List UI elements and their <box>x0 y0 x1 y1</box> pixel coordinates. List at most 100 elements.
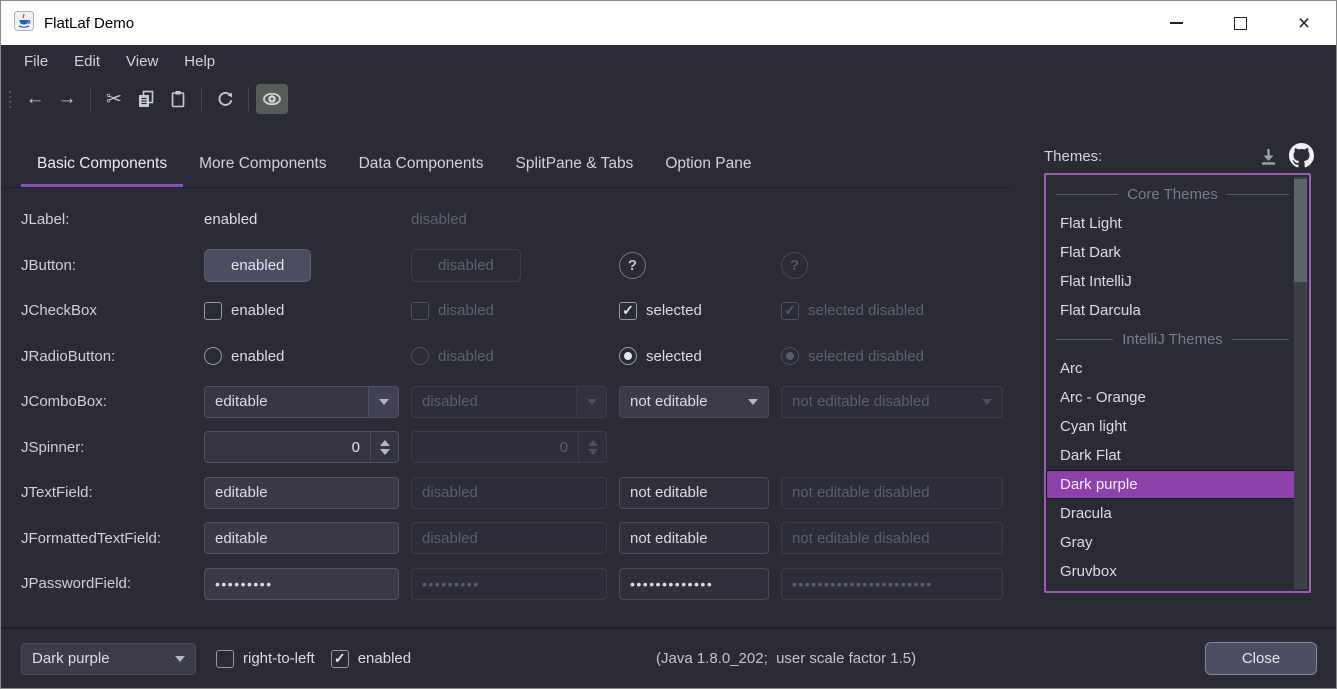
themes-list[interactable]: Core Themes Flat Light Flat Dark Flat In… <box>1044 173 1311 593</box>
spinner-enabled[interactable]: 0 <box>204 431 399 463</box>
chevron-down-icon <box>165 644 195 674</box>
forward-button[interactable]: → <box>51 84 83 114</box>
checkbox-checked-icon <box>619 302 637 320</box>
show-details-toggle-button[interactable] <box>256 84 288 114</box>
jlabel-disabled: disabled <box>411 211 467 228</box>
themes-scrollbar[interactable] <box>1294 177 1307 589</box>
jspinner-row-label: JSpinner: <box>21 439 204 456</box>
spinner-arrows[interactable] <box>370 432 398 462</box>
java-version-status: (Java 1.8.0_202; user scale factor 1.5) <box>656 650 916 667</box>
disabled-button: disabled <box>411 249 521 282</box>
close-button[interactable]: Close <box>1205 642 1317 675</box>
formatted-textfield-disabled: disabled <box>411 522 607 554</box>
github-icon <box>1289 143 1314 168</box>
scissors-icon: ✂ <box>106 88 122 111</box>
paste-button[interactable] <box>162 84 194 114</box>
checkbox-icon <box>216 650 234 668</box>
menu-help[interactable]: Help <box>171 53 228 70</box>
back-button[interactable]: ← <box>19 84 51 114</box>
toolbar: ← → ✂ <box>1 78 1336 120</box>
jlabel-enabled: enabled <box>204 211 257 228</box>
refresh-button[interactable] <box>209 84 241 114</box>
tab-more-components[interactable]: More Components <box>183 141 343 187</box>
formatted-textfield-not-editable[interactable]: not editable <box>619 522 769 554</box>
combobox-not-editable[interactable]: not editable <box>619 386 769 418</box>
components-grid: JLabel: enabled disabled JButton: enable… <box>21 197 1003 607</box>
toolbar-separator <box>90 87 91 111</box>
close-window-button[interactable]: × <box>1272 1 1336 45</box>
maximize-button[interactable] <box>1208 1 1272 45</box>
clipboard-icon <box>168 89 188 109</box>
theme-item-flat-light[interactable]: Flat Light <box>1046 209 1299 238</box>
combobox-editable[interactable]: editable <box>204 386 399 418</box>
theme-item-dark-purple[interactable]: Dark purple <box>1046 470 1299 499</box>
checkbox-disabled: disabled <box>411 302 619 320</box>
jcombobox-row-label: JComboBox: <box>21 393 204 410</box>
chevron-down-icon <box>738 387 768 417</box>
theme-item-flat-darcula[interactable]: Flat Darcula <box>1046 296 1299 325</box>
textfield-not-editable[interactable]: not editable <box>619 477 769 509</box>
checkbox-enabled[interactable]: enabled <box>204 302 411 320</box>
right-to-left-checkbox[interactable]: right-to-left <box>216 650 315 668</box>
theme-item-flat-intellij[interactable]: Flat IntelliJ <box>1046 267 1299 296</box>
radio-disabled: disabled <box>411 347 619 365</box>
password-field-disabled: ••••••••• <box>411 568 607 600</box>
theme-group-header: IntelliJ Themes <box>1046 325 1299 354</box>
jcheckbox-row-label: JCheckBox <box>21 302 204 319</box>
toolbar-grip-icon[interactable] <box>9 91 11 108</box>
formatted-textfield-editable[interactable]: editable <box>204 522 399 554</box>
jformattedtextfield-row-label: JFormattedTextField: <box>21 530 204 547</box>
github-link[interactable] <box>1289 143 1314 173</box>
tab-option-pane[interactable]: Option Pane <box>649 141 767 187</box>
password-field-not-editable-disabled: •••••••••••••••••••••• <box>781 568 1003 600</box>
password-field-editable[interactable]: ••••••••• <box>204 568 399 600</box>
tab-basic-components[interactable]: Basic Components <box>21 141 183 187</box>
download-theme-button[interactable] <box>1258 146 1279 172</box>
tab-splitpane-tabs[interactable]: SplitPane & Tabs <box>500 141 650 187</box>
textfield-not-editable-disabled: not editable disabled <box>781 477 1003 509</box>
toolbar-separator <box>201 87 202 111</box>
chevron-down-icon[interactable] <box>368 387 398 417</box>
theme-item-arc[interactable]: Arc <box>1046 354 1299 383</box>
theme-group-header: Core Themes <box>1046 180 1299 209</box>
checkbox-checked-icon <box>331 650 349 668</box>
enabled-checkbox[interactable]: enabled <box>331 650 411 668</box>
menu-edit[interactable]: Edit <box>61 53 113 70</box>
copy-icon <box>136 89 156 109</box>
radio-enabled[interactable]: enabled <box>204 347 411 365</box>
theme-item-arc-orange[interactable]: Arc - Orange <box>1046 383 1299 412</box>
radio-selected[interactable]: selected <box>619 347 781 365</box>
theme-item-flat-dark[interactable]: Flat Dark <box>1046 238 1299 267</box>
menu-view[interactable]: View <box>113 53 171 70</box>
enabled-button[interactable]: enabled <box>204 249 311 282</box>
menu-file[interactable]: File <box>11 53 61 70</box>
radio-selected-disabled: selected disabled <box>781 347 1003 365</box>
window-title: FlatLaf Demo <box>44 15 134 32</box>
theme-item-dracula[interactable]: Dracula <box>1046 499 1299 528</box>
forward-arrow-icon: → <box>58 88 77 110</box>
password-field-not-editable[interactable]: ••••••••••••• <box>619 568 769 600</box>
cut-button[interactable]: ✂ <box>98 84 130 114</box>
checkbox-selected[interactable]: selected <box>619 302 781 320</box>
jbutton-row-label: JButton: <box>21 257 204 274</box>
bottom-bar: Dark purple right-to-left enabled (Java … <box>1 627 1336 688</box>
minimize-button[interactable] <box>1144 1 1208 45</box>
download-icon <box>1258 146 1279 167</box>
copy-button[interactable] <box>130 84 162 114</box>
tab-data-components[interactable]: Data Components <box>343 141 500 187</box>
scrollbar-thumb[interactable] <box>1294 179 1307 282</box>
checkbox-icon <box>411 302 429 320</box>
theme-item-gray[interactable]: Gray <box>1046 528 1299 557</box>
theme-item-gruvbox[interactable]: Gruvbox <box>1046 557 1299 586</box>
theme-item-dark-flat[interactable]: Dark Flat <box>1046 441 1299 470</box>
combobox-not-editable-disabled: not editable disabled <box>781 386 1003 418</box>
help-button[interactable]: ? <box>619 252 646 279</box>
jpasswordfield-row-label: JPasswordField: <box>21 575 204 592</box>
radio-icon <box>411 347 429 365</box>
refresh-icon <box>215 89 235 109</box>
theme-item-cyan-light[interactable]: Cyan light <box>1046 412 1299 441</box>
title-bar: FlatLaf Demo × <box>1 1 1336 45</box>
eye-icon <box>261 89 283 109</box>
theme-selector-combobox[interactable]: Dark purple <box>21 643 196 675</box>
textfield-editable[interactable]: editable <box>204 477 399 509</box>
